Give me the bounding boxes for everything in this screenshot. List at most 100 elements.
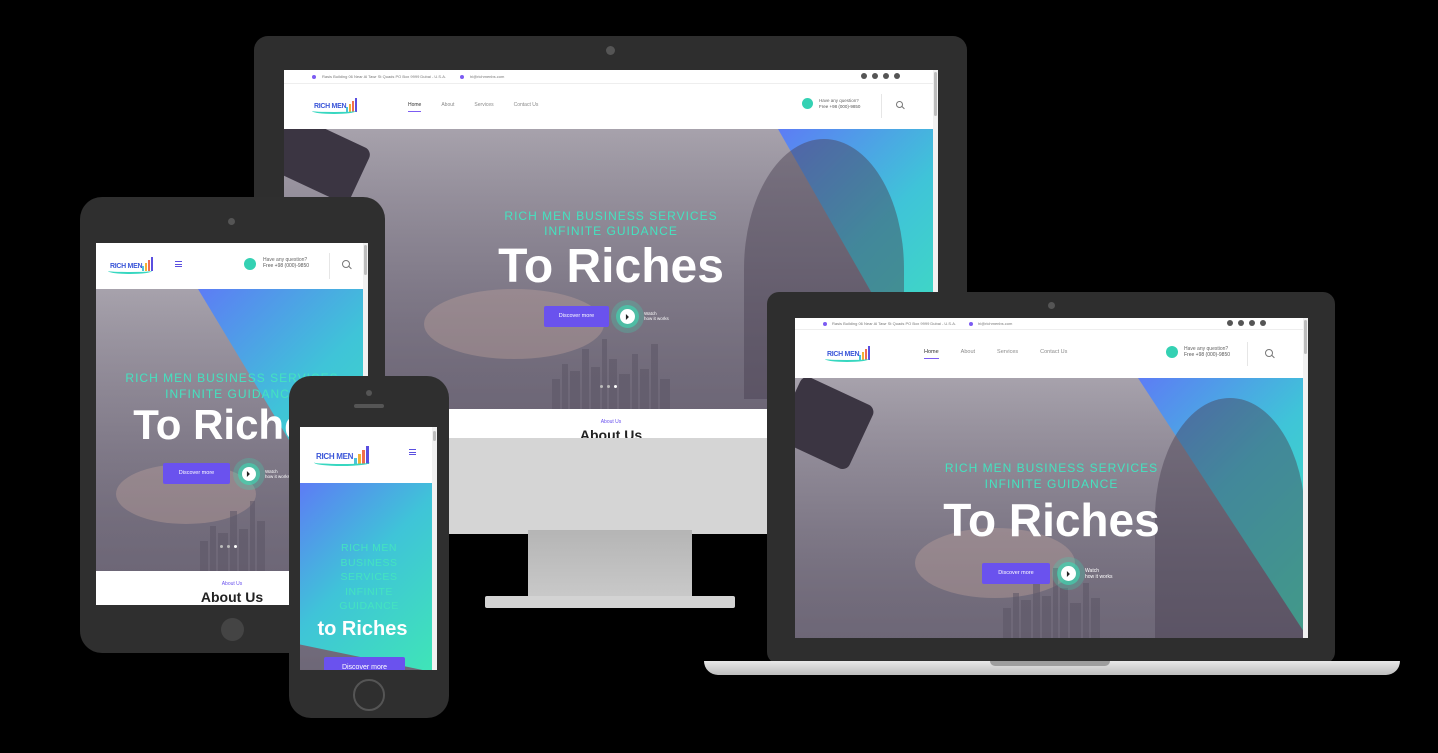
email-icon — [460, 74, 464, 79]
play-icon[interactable] — [242, 467, 256, 481]
chat-icon — [1166, 346, 1178, 358]
contact-phone: Free +98 (000)-9850 — [1184, 352, 1231, 359]
watch-video-link[interactable]: Watch how it works — [1085, 568, 1113, 580]
laptop-site: Rasis Building 06 Near Al Tawr St Quads … — [795, 318, 1308, 638]
hero-subtitle-2: INFINITE GUIDANCE — [984, 477, 1119, 491]
contact-question: Have any question? — [1184, 346, 1229, 352]
play-icon[interactable] — [1061, 566, 1076, 581]
divider — [329, 253, 330, 279]
discover-more-button[interactable]: Discover more — [982, 563, 1050, 584]
monitor-camera — [606, 46, 615, 55]
logo-swoosh — [108, 268, 152, 274]
search-icon[interactable] — [342, 260, 350, 268]
navbar: RICH MEN Home About Services Contact Us … — [284, 84, 938, 129]
contact-question: Have any question? — [263, 257, 308, 263]
nav-contact[interactable]: Contact Us — [514, 102, 539, 112]
linkedin-icon[interactable] — [883, 73, 889, 79]
logo[interactable]: RICH MEN — [825, 344, 873, 364]
nav-home[interactable]: Home — [924, 349, 939, 359]
topbar-email[interactable]: hi@richmenbs.com — [470, 74, 504, 79]
tablet-camera — [228, 218, 235, 225]
contact-info[interactable]: Have any question? Free +98 (000)-9850 — [1184, 346, 1230, 359]
hero-sleeve — [795, 378, 877, 472]
topbar: Rasis Building 06 Near Al Tawr St Quads … — [284, 70, 938, 84]
main-menu: Home About Services Contact Us — [924, 349, 1067, 359]
phone-speaker — [354, 404, 384, 408]
hero: RICH MEN BUSINESS SERVICES INFINITE GUID… — [795, 378, 1308, 638]
topbar: Rasis Building 06 Near Al Tawr St Quads … — [795, 318, 1308, 330]
logo-swoosh — [825, 356, 869, 362]
navbar: RICH MEN Have any question? Free +98 (00… — [96, 243, 368, 289]
slider-dots[interactable] — [220, 545, 237, 548]
nav-contact[interactable]: Contact Us — [1040, 349, 1067, 359]
watch-video-link[interactable]: Watch how it works — [644, 311, 669, 322]
topbar-address: Rasis Building 06 Near Al Tawr St Quads … — [832, 321, 956, 326]
phone-site: RICH MEN RICH MEN BUSINESS SERVICES INFI… — [300, 427, 437, 670]
mobile-subtitle-1: RICH MEN — [341, 542, 397, 554]
hamburger-icon[interactable] — [409, 449, 416, 455]
watch-line-2: how it works — [265, 474, 290, 480]
nav-services[interactable]: Services — [997, 349, 1018, 359]
location-icon — [312, 74, 316, 79]
hero-subtitle-1: RICH MEN BUSINESS SERVICES — [944, 461, 1159, 475]
tablet-home-button — [221, 618, 244, 641]
tiktok-icon[interactable] — [894, 73, 900, 79]
logo[interactable]: RICH MEN — [108, 255, 156, 275]
nav-home[interactable]: Home — [408, 102, 421, 112]
location-icon — [823, 321, 827, 326]
instagram-icon[interactable] — [872, 73, 878, 79]
scrollbar[interactable] — [432, 427, 437, 670]
navbar: RICH MEN Home About Services Contact Us … — [795, 330, 1308, 378]
nav-about[interactable]: About — [961, 349, 975, 359]
navbar: RICH MEN — [300, 427, 437, 483]
topbar-email[interactable]: hi@richmenbs.com — [978, 321, 1012, 326]
email-icon — [969, 321, 973, 326]
play-icon[interactable] — [620, 309, 635, 324]
watch-line-2: how it works — [1085, 574, 1113, 580]
watch-video-link[interactable]: Watch how it works — [265, 469, 290, 480]
discover-more-button[interactable]: Discover more — [544, 306, 609, 327]
contact-info[interactable]: Have any question? Free +98 (000)-9850 — [819, 98, 860, 109]
hero-city — [795, 558, 1308, 638]
hero-title: To Riches — [943, 494, 1160, 546]
logo-swoosh — [314, 459, 370, 466]
contact-phone: Free +98 (000)-9850 — [263, 263, 310, 270]
search-icon[interactable] — [896, 101, 903, 108]
hero-title: to Riches — [317, 618, 408, 640]
contact-question: Have any question? — [819, 98, 859, 103]
tiktok-icon[interactable] — [1260, 320, 1266, 326]
divider — [881, 94, 882, 118]
chat-icon — [244, 258, 256, 270]
main-menu: Home About Services Contact Us — [408, 102, 538, 112]
nav-about[interactable]: About — [441, 102, 454, 112]
discover-more-button[interactable]: Discover more — [163, 463, 230, 484]
logo[interactable]: RICH MEN — [314, 444, 374, 468]
mobile-subtitle-5: GUIDANCE — [339, 600, 399, 612]
mobile-subtitle-3: SERVICES — [340, 571, 398, 583]
discover-more-button[interactable]: Discover more — [324, 657, 405, 670]
hamburger-icon[interactable] — [175, 261, 182, 267]
hero: RICH MEN BUSINESS SERVICES INFINITE GUID… — [300, 483, 437, 670]
laptop-camera — [1048, 302, 1055, 309]
search-icon[interactable] — [1265, 349, 1273, 357]
facebook-icon[interactable] — [861, 73, 867, 79]
social-links — [861, 73, 900, 79]
instagram-icon[interactable] — [1238, 320, 1244, 326]
facebook-icon[interactable] — [1227, 320, 1233, 326]
contact-info[interactable]: Have any question? Free +98 (000)-9850 — [263, 257, 309, 270]
linkedin-icon[interactable] — [1249, 320, 1255, 326]
topbar-address: Rasis Building 06 Near Al Tawr St Quads … — [322, 74, 446, 79]
watch-line-2: how it works — [644, 316, 669, 322]
logo[interactable]: RICH MEN — [312, 96, 360, 116]
chat-icon — [802, 98, 813, 109]
mobile-subtitle-2: BUSINESS — [340, 556, 398, 569]
mobile-subtitle-4: INFINITE — [345, 585, 393, 598]
monitor-stand-base — [485, 596, 735, 608]
divider — [1247, 342, 1248, 366]
phone-home-button — [353, 679, 385, 711]
nav-services[interactable]: Services — [474, 102, 493, 112]
phone-camera — [366, 390, 372, 396]
scrollbar[interactable] — [1303, 318, 1308, 638]
logo-swoosh — [312, 108, 356, 114]
slider-dots[interactable] — [600, 385, 617, 388]
